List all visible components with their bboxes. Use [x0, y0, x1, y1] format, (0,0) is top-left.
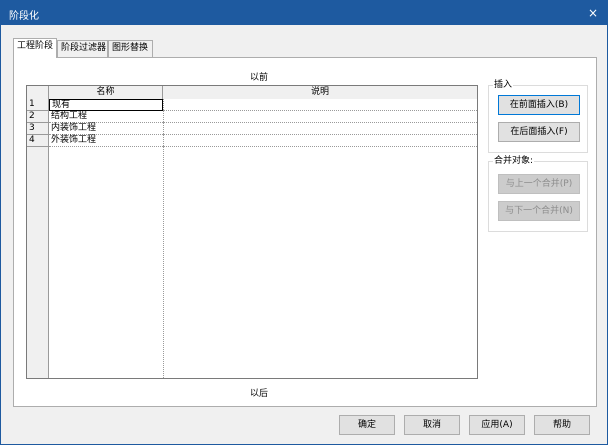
merge-previous-button: 与上一个合并(P) — [498, 174, 580, 194]
merge-group-label: 合并对象: — [493, 155, 535, 167]
label-before: 以前 — [249, 73, 268, 83]
label-after: 以后 — [249, 389, 268, 399]
phases-table: 名称 说明 1 现有 2 结构工程 3 内装饰工程 4 外装饰工程 — [26, 85, 478, 379]
phase-name-cell[interactable]: 结构工程 — [49, 111, 163, 123]
phase-description-cell[interactable] — [163, 135, 477, 147]
column-header-name[interactable]: 名称 — [49, 86, 163, 99]
tab-panel: 以前 名称 说明 1 现有 2 结构工程 3 内装饰工程 4 外装饰工程 以后 … — [13, 57, 597, 407]
phasing-dialog: 阶段化 × 工程阶段 阶段过滤器 图形替换 以前 名称 说明 1 现有 2 结构… — [0, 0, 608, 445]
row-number: 2 — [27, 111, 49, 123]
phase-description-cell[interactable] — [163, 123, 477, 135]
insert-after-button[interactable]: 在后面插入(F) — [498, 122, 580, 142]
help-button[interactable]: 帮助 — [534, 415, 590, 435]
phase-description-cell[interactable] — [163, 99, 477, 111]
phase-name-cell[interactable]: 内装饰工程 — [49, 123, 163, 135]
merge-next-button: 与下一个合并(N) — [498, 201, 580, 221]
merge-group: 合并对象: 与上一个合并(P) 与下一个合并(N) — [488, 155, 588, 232]
insert-group-label: 插入 — [493, 79, 514, 91]
tab-project-phases[interactable]: 工程阶段 — [13, 38, 57, 58]
ok-button[interactable]: 确定 — [339, 415, 395, 435]
table-row[interactable]: 3 内装饰工程 — [27, 123, 477, 135]
tab-graphic-overrides[interactable]: 图形替换 — [108, 40, 153, 57]
dialog-title: 阶段化 — [9, 11, 39, 22]
phase-name-cell[interactable]: 现有 — [49, 99, 163, 111]
cancel-button[interactable]: 取消 — [404, 415, 460, 435]
phase-description-cell[interactable] — [163, 111, 477, 123]
insert-group: 插入 在前面插入(B) 在后面插入(F) — [488, 79, 588, 153]
table-row[interactable]: 1 现有 — [27, 99, 477, 111]
close-icon[interactable]: × — [585, 5, 601, 21]
corner-cell — [27, 86, 49, 99]
table-row[interactable]: 4 外装饰工程 — [27, 135, 477, 147]
insert-before-button[interactable]: 在前面插入(B) — [498, 95, 580, 115]
title-bar: 阶段化 × — [1, 1, 607, 25]
row-number: 4 — [27, 135, 49, 147]
phase-name-cell[interactable]: 外装饰工程 — [49, 135, 163, 147]
row-number: 3 — [27, 123, 49, 135]
table-header: 名称 说明 — [27, 86, 477, 99]
tab-phase-filters[interactable]: 阶段过滤器 — [57, 40, 108, 57]
column-header-description[interactable]: 说明 — [163, 86, 477, 99]
row-number: 1 — [27, 99, 49, 111]
table-row[interactable]: 2 结构工程 — [27, 111, 477, 123]
apply-button[interactable]: 应用(A) — [469, 415, 525, 435]
